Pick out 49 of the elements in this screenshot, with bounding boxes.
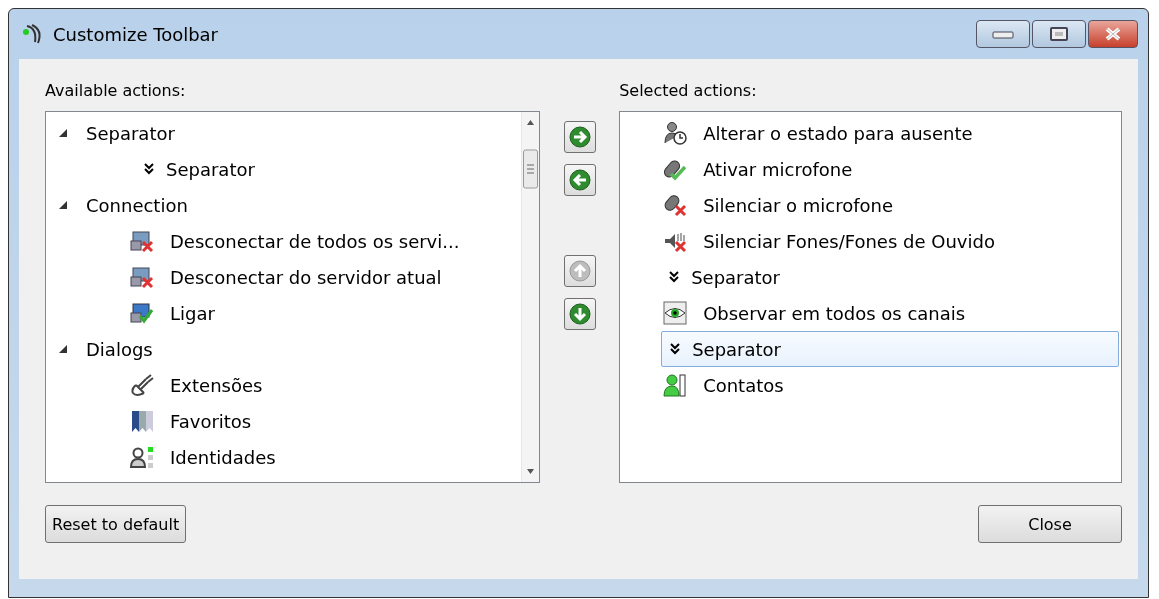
person-clock-icon	[663, 121, 688, 145]
action-item[interactable]: Silenciar o microfone	[661, 187, 1119, 223]
action-item[interactable]: Ativar microfone	[661, 151, 1119, 187]
close-icon	[1104, 26, 1122, 42]
contact-book-icon	[663, 373, 688, 397]
minimize-icon	[992, 29, 1014, 39]
disconnected-computers-icon	[130, 265, 154, 289]
action-item[interactable]: Separator	[661, 331, 1119, 367]
move-button[interactable]	[563, 164, 596, 196]
tree-group[interactable]: Dialogs	[46, 331, 521, 367]
action-item[interactable]: Silenciar Fones/Fones de Ouvido	[661, 223, 1119, 259]
disconnected-computers-icon	[130, 229, 154, 253]
connected-computers-icon	[130, 301, 154, 325]
microphone-check-icon	[663, 157, 688, 181]
expand-arrow-icon[interactable]	[58, 200, 68, 210]
minimize-button[interactable]	[976, 20, 1030, 48]
action-item[interactable]: Observar em todos os canais	[661, 295, 1119, 331]
action-item[interactable]: Alterar o estado para ausente	[661, 115, 1119, 151]
move-button[interactable]	[563, 121, 596, 153]
expand-arrow-icon[interactable]	[58, 344, 68, 354]
tree-item[interactable]: Desconectar do servidor atual	[46, 259, 521, 295]
person-icon	[130, 445, 154, 469]
window-title: Customize Toolbar	[53, 23, 220, 45]
tree-item[interactable]: Desconectar de todos os servi...	[46, 223, 521, 259]
tree-item[interactable]: Separator	[46, 151, 521, 187]
tree-item[interactable]: Identidades	[46, 439, 521, 475]
tree-item[interactable]: Extensões	[46, 367, 521, 403]
chevron-icon	[670, 343, 681, 355]
close-dialog-button[interactable]: Close	[978, 505, 1122, 543]
tree-item[interactable]: Ligar	[46, 295, 521, 331]
tree-group[interactable]: Separator	[46, 115, 521, 151]
action-item[interactable]: Separator	[661, 259, 1119, 295]
chevron-icon	[669, 271, 680, 283]
microphone-cross-icon	[663, 193, 688, 217]
chevron-icon	[144, 163, 154, 175]
eye-icon	[663, 301, 688, 325]
close-button[interactable]	[1088, 20, 1138, 48]
maximize-icon	[1050, 27, 1068, 41]
scrollbar[interactable]	[520, 112, 539, 482]
tree-group[interactable]: Connection	[46, 187, 521, 223]
maximize-button[interactable]	[1032, 20, 1086, 48]
reset-button[interactable]: Reset to default	[45, 505, 187, 543]
tree-item[interactable]: Favoritos	[46, 403, 521, 439]
action-item[interactable]: Contatos	[661, 367, 1119, 403]
move-button[interactable]	[563, 298, 596, 330]
bookmarks-icon	[130, 409, 154, 433]
available-actions-label: Available actions:	[45, 81, 187, 102]
expand-arrow-icon[interactable]	[58, 128, 68, 138]
selected-actions-label: Selected actions:	[619, 81, 758, 102]
